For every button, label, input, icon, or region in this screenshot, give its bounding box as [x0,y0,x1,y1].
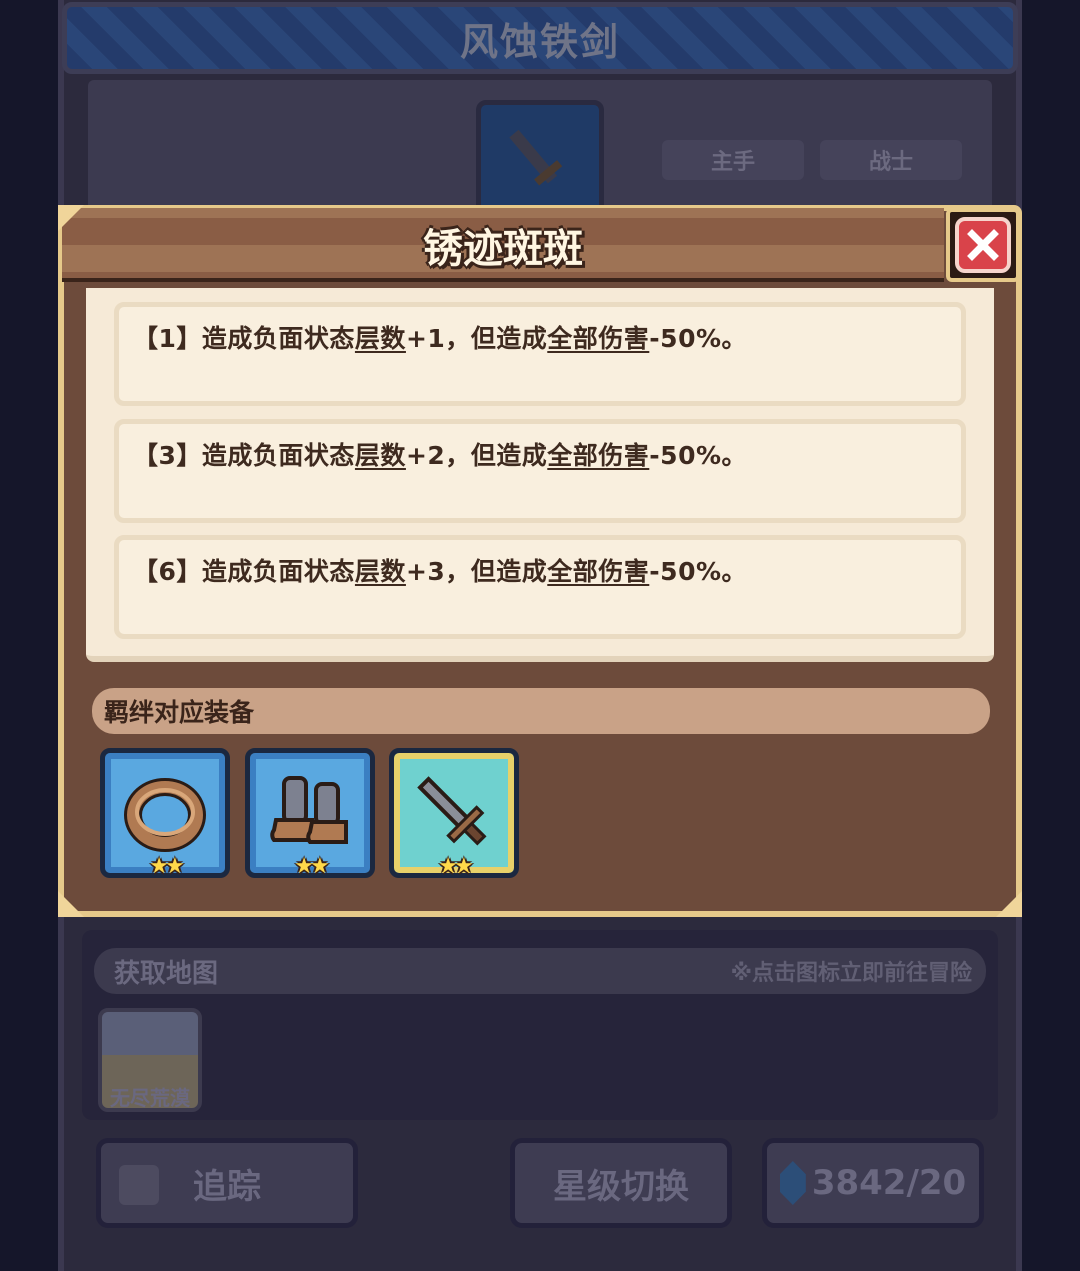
track-button[interactable]: 追踪 [96,1138,358,1228]
effect-text: +1，但造成 [405,324,548,353]
effect-row: 【3】造成负面状态层数+2，但造成全部伤害-50%。 [114,419,966,523]
tag-slot: 主手 [662,140,804,180]
keyword-link[interactable]: 全部伤害 [547,557,649,586]
star-switch-button[interactable]: 星级切换 [510,1138,732,1228]
equipment-slot-ring[interactable]: ★★ [100,748,230,879]
effect-text: +3，但造成 [405,557,548,586]
keyword-link[interactable]: 层数 [355,324,406,353]
track-button-label: 追踪 [193,1166,261,1207]
star-rating: ★★ [438,854,474,879]
map-section-hint: ※点击图标立即前往冒险 [730,961,972,986]
ring-icon [124,778,206,852]
close-button[interactable] [946,208,1020,282]
effect-row: 【1】造成负面状态层数+1，但造成全部伤害-50%。 [114,302,966,406]
bond-equipment-header: 羁绊对应装备 [92,688,990,734]
star-switch-label: 星级切换 [553,1166,689,1207]
boots-icon [270,776,348,844]
effect-text: 造成负面状态 [201,557,355,586]
keyword-link[interactable]: 全部伤害 [547,324,649,353]
gem-icon [779,1161,806,1205]
equipment-slot-sword[interactable]: ★★ [389,748,519,879]
star-rating: ★★ [149,854,185,879]
effect-row: 【6】造成负面状态层数+3，但造成全部伤害-50%。 [114,535,966,639]
popup-title: 锈迹斑斑 [423,226,583,272]
keyword-link[interactable]: 层数 [355,557,406,586]
effect-text: 造成负面状态 [201,324,355,353]
effect-level: 【6】 [133,557,202,586]
sword-icon [417,776,487,846]
tag-class: 战士 [820,140,962,180]
item-icon [476,100,604,220]
star-rating: ★★ [294,854,330,879]
close-icon [955,217,1011,273]
equipment-slot-boots[interactable]: ★★ [245,748,375,879]
effect-text: -50%。 [649,441,748,470]
sword-icon [509,129,563,186]
effect-text: -50%。 [649,324,748,353]
upgrade-cost-button[interactable]: 3842/20 [762,1138,984,1228]
item-title-bar: 风蚀铁剑 [62,2,1018,74]
effect-text: -50%。 [649,557,748,586]
keyword-link[interactable]: 层数 [355,441,406,470]
map-header: 获取地图 ※点击图标立即前往冒险 [94,948,986,994]
cost-label: 3842/20 [811,1163,967,1203]
effect-text: +2，但造成 [405,441,548,470]
map-section-title: 获取地图 [114,958,219,989]
effect-level: 【3】 [133,441,202,470]
thumbs-up-icon [119,1165,159,1205]
item-title: 风蚀铁剑 [459,19,620,64]
map-label: 无尽荒漠 [110,1086,190,1110]
effect-level: 【1】 [133,324,202,353]
keyword-link[interactable]: 全部伤害 [547,441,649,470]
effect-text: 造成负面状态 [201,441,355,470]
